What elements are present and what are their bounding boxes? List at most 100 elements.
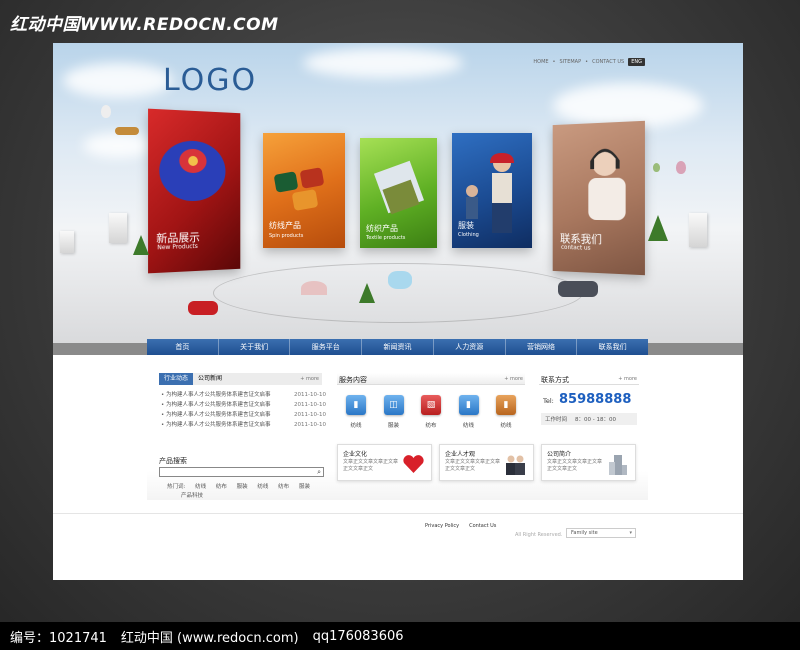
dark-car-icon bbox=[558, 281, 598, 297]
balloon-icon bbox=[653, 163, 660, 172]
panel-clothing[interactable]: 服装 Clothing bbox=[452, 133, 532, 248]
services-more-link[interactable]: + more bbox=[504, 376, 523, 382]
card-body: 文章正文文章文章正文章正文文章正文 bbox=[547, 459, 603, 472]
panel-contact-us[interactable]: 联系我们 contact us bbox=[552, 120, 645, 276]
hot-word[interactable]: 服装 bbox=[299, 484, 310, 490]
news-tabs: 行业动态 公司新闻 + more bbox=[159, 373, 322, 385]
news-date: 2011-10-10 bbox=[294, 392, 326, 398]
card-company-profile[interactable]: 公司简介 文章正文文章文章正文章正文文章正文 bbox=[541, 444, 636, 481]
contact-link[interactable]: CONTACT US bbox=[592, 59, 624, 65]
watermark-top: 红动中国WWW.REDOCN.COM bbox=[10, 15, 279, 35]
building-icon bbox=[109, 213, 127, 243]
thread-icon: ▮ bbox=[458, 395, 479, 415]
nav-service-platform[interactable]: 服务平台 bbox=[290, 339, 363, 355]
nav-contact[interactable]: 联系我们 bbox=[577, 339, 648, 355]
thread-icon: ▮ bbox=[496, 395, 516, 415]
language-eng-button[interactable]: ENG bbox=[628, 58, 645, 66]
news-title[interactable]: • 为构建人事人才公共服务体系建言证文启事 bbox=[161, 400, 271, 410]
chevron-down-icon: ▾ bbox=[629, 530, 632, 536]
panel-subtitle: Textile products bbox=[366, 235, 406, 241]
service-item[interactable]: ▮ 纺线 bbox=[454, 395, 484, 429]
panel-subtitle: New Products bbox=[157, 242, 198, 252]
news-title[interactable]: • 为构建人事人才公共服务体系建言证文启事 bbox=[161, 390, 271, 400]
card-title: 企业人才观 bbox=[445, 451, 476, 458]
cloud bbox=[303, 48, 463, 78]
hot-word[interactable]: 纺布 bbox=[278, 484, 289, 490]
hot-word[interactable]: 产品科技 bbox=[181, 493, 203, 499]
product-search-input[interactable]: ⌕ bbox=[159, 467, 324, 477]
search-icon[interactable]: ⌕ bbox=[317, 468, 321, 477]
services-list: ▮ 纺线 ◫ 服装 ▧ 纺布 ▮ 纺线 ▮ 纺线 bbox=[341, 395, 521, 429]
nav-hr[interactable]: 人力资源 bbox=[434, 339, 506, 355]
tree-icon bbox=[133, 235, 149, 255]
service-item[interactable]: ▮ 纺线 bbox=[341, 395, 371, 429]
separator: • bbox=[585, 59, 589, 65]
news-date: 2011-10-10 bbox=[294, 412, 326, 418]
family-site-select[interactable]: Family site ▾ bbox=[566, 528, 636, 538]
nav-home[interactable]: 首页 bbox=[147, 339, 219, 355]
service-label: 纺线 bbox=[462, 423, 474, 429]
business-people-icon bbox=[506, 455, 525, 475]
hours-value: 8：00 - 18：00 bbox=[575, 417, 616, 423]
tree-icon bbox=[359, 283, 375, 303]
tab-industry-news[interactable]: 行业动态 bbox=[159, 373, 194, 385]
panel-new-products[interactable]: 新品展示 New Products bbox=[148, 108, 241, 274]
list-item[interactable]: • 为构建人事人才公共服务体系建言证文启事 2011-10-10 bbox=[161, 420, 326, 430]
building-icon bbox=[60, 231, 74, 253]
card-body: 文章正文文章文章正文章正文文章正文 bbox=[445, 459, 501, 472]
list-item[interactable]: • 为构建人事人才公共服务体系建言证文启事 2011-10-10 bbox=[161, 390, 326, 400]
contact-header: 联系方式 + more bbox=[539, 373, 639, 385]
contact-more-link[interactable]: + more bbox=[618, 376, 637, 382]
home-link[interactable]: HOME bbox=[533, 59, 548, 65]
site-logo[interactable]: LOGO bbox=[163, 63, 257, 98]
service-item[interactable]: ▮ 纺线 bbox=[491, 395, 521, 429]
service-label: 纺线 bbox=[500, 423, 512, 429]
thread-icon: ▮ bbox=[346, 395, 366, 415]
card-title: 公司简介 bbox=[547, 451, 572, 458]
panel-title: 纺线产品 bbox=[269, 221, 301, 230]
working-hours: 工作时间 8：00 - 18：00 bbox=[541, 413, 637, 425]
fountain-icon bbox=[388, 271, 412, 289]
panel-spin-products[interactable]: 纺线产品 Spin products bbox=[263, 133, 345, 248]
hot-words: 热门词: 纺线 纺布 服装 纺线 纺布 服装 产品科技 bbox=[167, 483, 327, 501]
panel-title: 服装 bbox=[458, 221, 474, 230]
red-car-icon bbox=[188, 301, 218, 315]
hot-word[interactable]: 服装 bbox=[237, 484, 248, 490]
contact-title: 联系方式 bbox=[541, 376, 569, 384]
nav-about[interactable]: 关于我们 bbox=[219, 339, 291, 355]
umbrella-icon bbox=[301, 281, 327, 295]
nav-marketing[interactable]: 营销网络 bbox=[506, 339, 578, 355]
card-corporate-culture[interactable]: 企业文化 文章正文文章文章正文章正文文章正文 bbox=[337, 444, 432, 481]
tab-company-news[interactable]: 公司新闻 bbox=[193, 373, 227, 385]
service-label: 纺线 bbox=[350, 423, 362, 429]
watermark-id: 编号：1021741 bbox=[10, 630, 107, 646]
hot-word[interactable]: 纺布 bbox=[216, 484, 227, 490]
service-label: 服装 bbox=[387, 423, 399, 429]
privacy-policy-link[interactable]: Privacy Policy bbox=[425, 523, 459, 529]
card-talent-view[interactable]: 企业人才观 文章正文文章文章正文章正文文章正文 bbox=[439, 444, 534, 481]
balloon-icon bbox=[101, 105, 111, 118]
hot-word[interactable]: 纺线 bbox=[195, 484, 206, 490]
service-item[interactable]: ◫ 服装 bbox=[379, 395, 409, 429]
contact-us-link[interactable]: Contact Us bbox=[469, 523, 496, 529]
card-title: 企业文化 bbox=[343, 451, 368, 458]
shirt-icon: ◫ bbox=[383, 395, 404, 415]
panel-textile-products[interactable]: 纺织产品 Textile products bbox=[360, 138, 437, 248]
news-more-link[interactable]: + more bbox=[300, 376, 322, 382]
sitemap-link[interactable]: SITEMAP bbox=[560, 59, 582, 65]
fabric-icon: ▧ bbox=[421, 395, 441, 415]
family-site-label: Family site bbox=[571, 530, 598, 536]
hot-word[interactable]: 纺线 bbox=[257, 484, 268, 490]
nav-news[interactable]: 新闻资讯 bbox=[362, 339, 434, 355]
separator: • bbox=[552, 59, 556, 65]
watermark-bottom: 编号：1021741 红动中国 (www.redocn.com) qq17608… bbox=[0, 622, 800, 650]
copyright: All Right Reserved. bbox=[515, 532, 563, 538]
hero-banner: LOGO HOME • SITEMAP • CONTACT US ENG 新品展… bbox=[53, 43, 743, 343]
list-item[interactable]: • 为构建人事人才公共服务体系建言证文启事 2011-10-10 bbox=[161, 410, 326, 420]
list-item[interactable]: • 为构建人事人才公共服务体系建言证文启事 2011-10-10 bbox=[161, 400, 326, 410]
service-item[interactable]: ▧ 纺布 bbox=[416, 395, 446, 429]
news-title[interactable]: • 为构建人事人才公共服务体系建言证文启事 bbox=[161, 420, 271, 430]
news-title[interactable]: • 为构建人事人才公共服务体系建言证文启事 bbox=[161, 410, 271, 420]
customer-service-icon bbox=[588, 148, 626, 221]
phone-number: 85988888 bbox=[559, 392, 632, 407]
